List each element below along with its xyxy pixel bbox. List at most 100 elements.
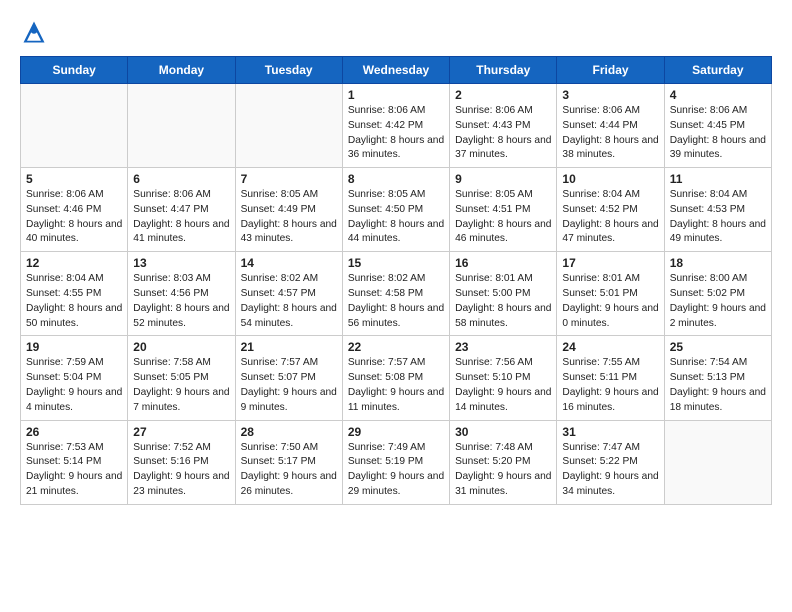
day-info: Sunrise: 7:52 AM Sunset: 5:16 PM Dayligh…	[133, 441, 229, 500]
day-cell: 5 Sunrise: 8:06 AM Sunset: 4:46 PM Daylig…	[21, 168, 128, 252]
logo	[20, 18, 52, 46]
day-cell: 22 Sunrise: 7:57 AM Sunset: 5:08 PM Dayli…	[342, 336, 449, 420]
week-row-0: 1 Sunrise: 8:06 AM Sunset: 4:42 PM Daylig…	[21, 84, 772, 168]
day-number: 1	[348, 88, 444, 102]
day-number: 15	[348, 256, 444, 270]
day-info: Sunrise: 8:06 AM Sunset: 4:45 PM Dayligh…	[670, 104, 766, 163]
day-cell: 24 Sunrise: 7:55 AM Sunset: 5:11 PM Dayli…	[557, 336, 664, 420]
weekday-saturday: Saturday	[664, 57, 771, 84]
day-number: 27	[133, 425, 229, 439]
weekday-thursday: Thursday	[450, 57, 557, 84]
day-cell: 11 Sunrise: 8:04 AM Sunset: 4:53 PM Dayli…	[664, 168, 771, 252]
page: SundayMondayTuesdayWednesdayThursdayFrid…	[0, 0, 792, 523]
day-cell: 3 Sunrise: 8:06 AM Sunset: 4:44 PM Daylig…	[557, 84, 664, 168]
day-cell: 29 Sunrise: 7:49 AM Sunset: 5:19 PM Dayli…	[342, 420, 449, 504]
day-info: Sunrise: 8:02 AM Sunset: 4:57 PM Dayligh…	[241, 272, 337, 331]
day-cell	[21, 84, 128, 168]
day-info: Sunrise: 8:00 AM Sunset: 5:02 PM Dayligh…	[670, 272, 766, 331]
day-info: Sunrise: 8:04 AM Sunset: 4:52 PM Dayligh…	[562, 188, 658, 247]
day-cell: 18 Sunrise: 8:00 AM Sunset: 5:02 PM Dayli…	[664, 252, 771, 336]
day-info: Sunrise: 7:50 AM Sunset: 5:17 PM Dayligh…	[241, 441, 337, 500]
logo-icon	[20, 18, 48, 46]
day-info: Sunrise: 8:05 AM Sunset: 4:49 PM Dayligh…	[241, 188, 337, 247]
day-info: Sunrise: 8:06 AM Sunset: 4:42 PM Dayligh…	[348, 104, 444, 163]
week-row-1: 5 Sunrise: 8:06 AM Sunset: 4:46 PM Daylig…	[21, 168, 772, 252]
day-number: 3	[562, 88, 658, 102]
day-number: 12	[26, 256, 122, 270]
day-number: 31	[562, 425, 658, 439]
day-number: 4	[670, 88, 766, 102]
day-cell	[664, 420, 771, 504]
day-number: 8	[348, 172, 444, 186]
day-number: 25	[670, 340, 766, 354]
day-info: Sunrise: 7:48 AM Sunset: 5:20 PM Dayligh…	[455, 441, 551, 500]
day-number: 16	[455, 256, 551, 270]
day-info: Sunrise: 8:01 AM Sunset: 5:01 PM Dayligh…	[562, 272, 658, 331]
day-info: Sunrise: 7:59 AM Sunset: 5:04 PM Dayligh…	[26, 356, 122, 415]
day-info: Sunrise: 8:06 AM Sunset: 4:46 PM Dayligh…	[26, 188, 122, 247]
day-number: 5	[26, 172, 122, 186]
day-info: Sunrise: 7:54 AM Sunset: 5:13 PM Dayligh…	[670, 356, 766, 415]
day-cell: 27 Sunrise: 7:52 AM Sunset: 5:16 PM Dayli…	[128, 420, 235, 504]
day-number: 2	[455, 88, 551, 102]
day-cell: 4 Sunrise: 8:06 AM Sunset: 4:45 PM Daylig…	[664, 84, 771, 168]
day-cell: 2Sunrise: 8:06 AM Sunset: 4:43 PM Daylig…	[450, 84, 557, 168]
day-info: Sunrise: 7:58 AM Sunset: 5:05 PM Dayligh…	[133, 356, 229, 415]
day-info: Sunrise: 8:06 AM Sunset: 4:47 PM Dayligh…	[133, 188, 229, 247]
day-info: Sunrise: 8:04 AM Sunset: 4:53 PM Dayligh…	[670, 188, 766, 247]
weekday-wednesday: Wednesday	[342, 57, 449, 84]
weekday-header-row: SundayMondayTuesdayWednesdayThursdayFrid…	[21, 57, 772, 84]
day-info: Sunrise: 8:05 AM Sunset: 4:51 PM Dayligh…	[455, 188, 551, 247]
day-cell: 10 Sunrise: 8:04 AM Sunset: 4:52 PM Dayli…	[557, 168, 664, 252]
day-number: 29	[348, 425, 444, 439]
day-info: Sunrise: 7:47 AM Sunset: 5:22 PM Dayligh…	[562, 441, 658, 500]
day-info: Sunrise: 8:03 AM Sunset: 4:56 PM Dayligh…	[133, 272, 229, 331]
day-cell: 15 Sunrise: 8:02 AM Sunset: 4:58 PM Dayli…	[342, 252, 449, 336]
day-number: 18	[670, 256, 766, 270]
day-cell: 30 Sunrise: 7:48 AM Sunset: 5:20 PM Dayli…	[450, 420, 557, 504]
day-cell: 1 Sunrise: 8:06 AM Sunset: 4:42 PM Daylig…	[342, 84, 449, 168]
day-number: 22	[348, 340, 444, 354]
day-number: 23	[455, 340, 551, 354]
day-cell	[235, 84, 342, 168]
header	[20, 18, 772, 46]
week-row-4: 26Sunrise: 7:53 AM Sunset: 5:14 PM Dayli…	[21, 420, 772, 504]
weekday-friday: Friday	[557, 57, 664, 84]
day-info: Sunrise: 7:57 AM Sunset: 5:08 PM Dayligh…	[348, 356, 444, 415]
day-cell: 6Sunrise: 8:06 AM Sunset: 4:47 PM Daylig…	[128, 168, 235, 252]
week-row-3: 19Sunrise: 7:59 AM Sunset: 5:04 PM Dayli…	[21, 336, 772, 420]
day-info: Sunrise: 8:04 AM Sunset: 4:55 PM Dayligh…	[26, 272, 122, 331]
day-info: Sunrise: 8:01 AM Sunset: 5:00 PM Dayligh…	[455, 272, 551, 331]
day-cell: 13 Sunrise: 8:03 AM Sunset: 4:56 PM Dayli…	[128, 252, 235, 336]
day-cell: 28Sunrise: 7:50 AM Sunset: 5:17 PM Dayli…	[235, 420, 342, 504]
weekday-monday: Monday	[128, 57, 235, 84]
day-info: Sunrise: 8:02 AM Sunset: 4:58 PM Dayligh…	[348, 272, 444, 331]
day-number: 21	[241, 340, 337, 354]
week-row-2: 12 Sunrise: 8:04 AM Sunset: 4:55 PM Dayli…	[21, 252, 772, 336]
day-number: 17	[562, 256, 658, 270]
day-number: 7	[241, 172, 337, 186]
calendar-table: SundayMondayTuesdayWednesdayThursdayFrid…	[20, 56, 772, 505]
day-number: 26	[26, 425, 122, 439]
weekday-tuesday: Tuesday	[235, 57, 342, 84]
day-number: 11	[670, 172, 766, 186]
day-info: Sunrise: 8:06 AM Sunset: 4:44 PM Dayligh…	[562, 104, 658, 163]
day-info: Sunrise: 7:49 AM Sunset: 5:19 PM Dayligh…	[348, 441, 444, 500]
day-cell: 7 Sunrise: 8:05 AM Sunset: 4:49 PM Daylig…	[235, 168, 342, 252]
day-info: Sunrise: 7:55 AM Sunset: 5:11 PM Dayligh…	[562, 356, 658, 415]
day-cell	[128, 84, 235, 168]
day-number: 14	[241, 256, 337, 270]
day-number: 30	[455, 425, 551, 439]
day-number: 10	[562, 172, 658, 186]
day-number: 20	[133, 340, 229, 354]
day-cell: 23Sunrise: 7:56 AM Sunset: 5:10 PM Dayli…	[450, 336, 557, 420]
day-cell: 31 Sunrise: 7:47 AM Sunset: 5:22 PM Dayli…	[557, 420, 664, 504]
day-number: 13	[133, 256, 229, 270]
day-cell: 16 Sunrise: 8:01 AM Sunset: 5:00 PM Dayli…	[450, 252, 557, 336]
day-number: 9	[455, 172, 551, 186]
day-cell: 20 Sunrise: 7:58 AM Sunset: 5:05 PM Dayli…	[128, 336, 235, 420]
day-cell: 25 Sunrise: 7:54 AM Sunset: 5:13 PM Dayli…	[664, 336, 771, 420]
weekday-sunday: Sunday	[21, 57, 128, 84]
day-number: 24	[562, 340, 658, 354]
day-cell: 19Sunrise: 7:59 AM Sunset: 5:04 PM Dayli…	[21, 336, 128, 420]
